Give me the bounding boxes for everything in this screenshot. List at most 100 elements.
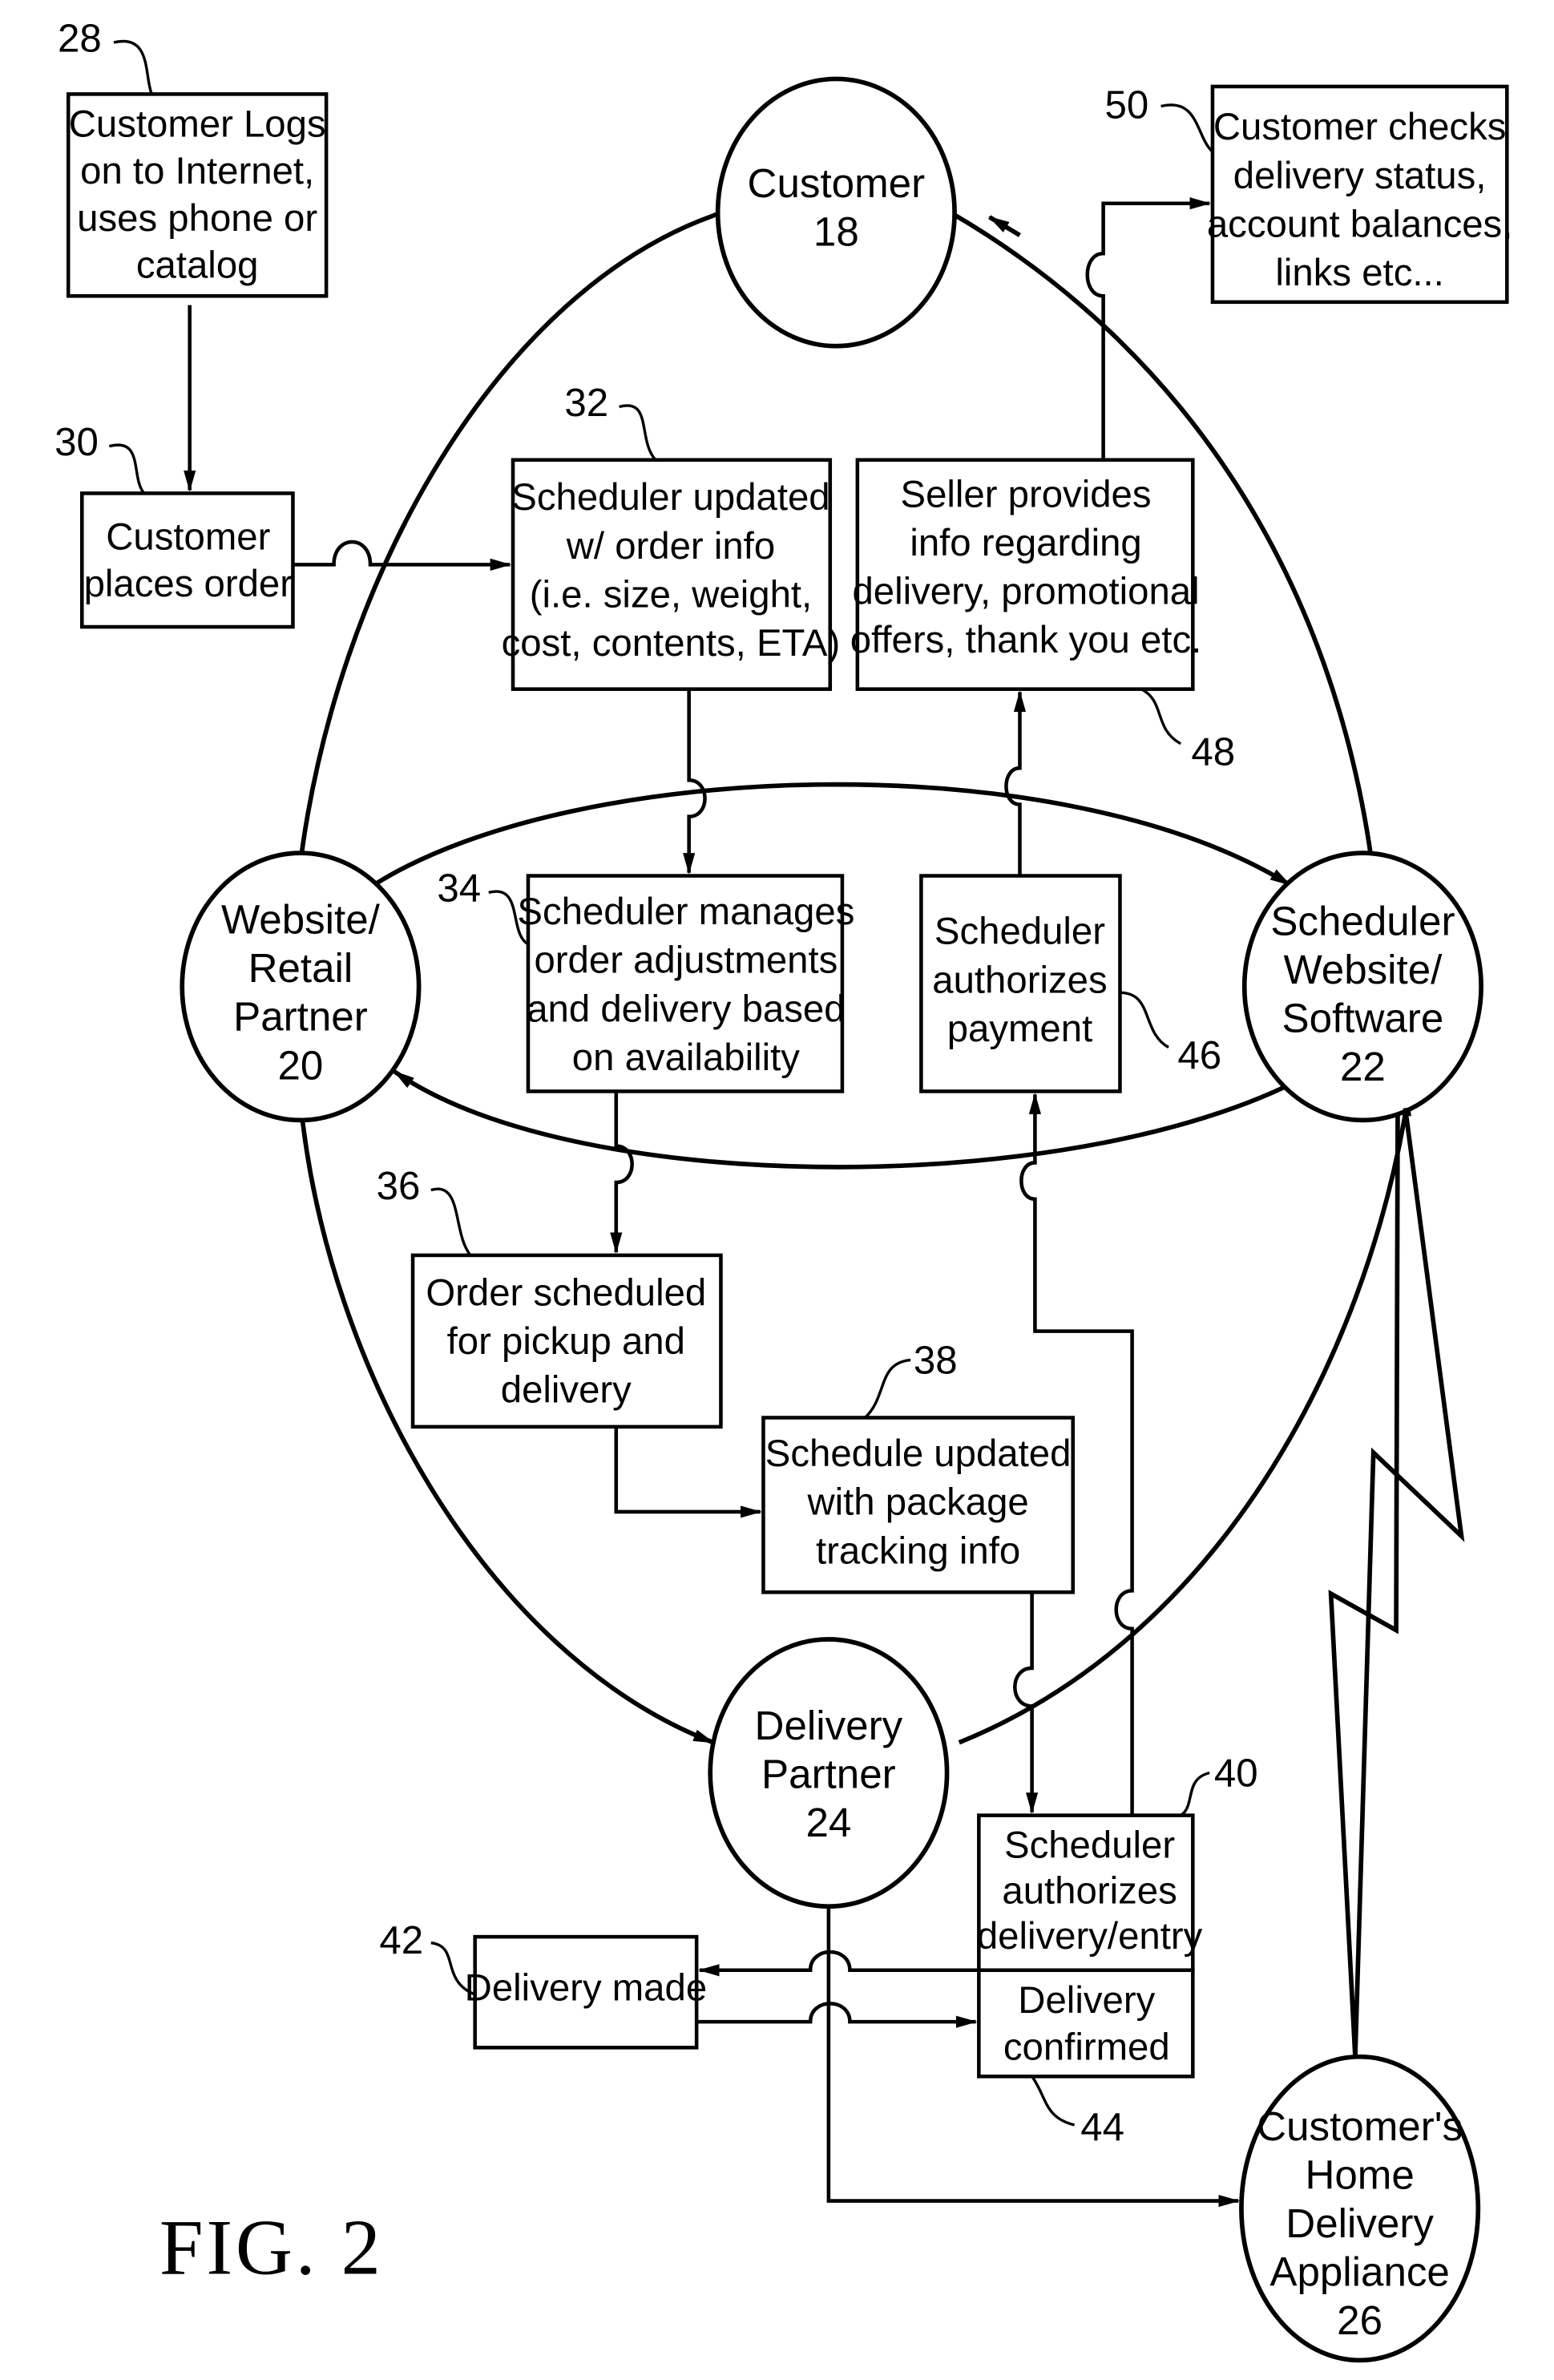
box-40-scheduler-authorizes-delivery[interactable]: Scheduler authorizes delivery/entry xyxy=(977,1813,1203,1973)
box-50-line-3: account balances, xyxy=(1207,203,1513,245)
node-delivery-line-3: 24 xyxy=(805,1800,851,1845)
node-delivery-partner[interactable]: Delivery Partner 24 xyxy=(708,1637,950,1909)
box-32-line-1: Scheduler updated xyxy=(511,476,829,519)
ref-38-label: 38 xyxy=(914,1339,958,1383)
box-28-customer-logs-on[interactable]: Customer Logs on to Internet, uses phone… xyxy=(66,92,329,298)
box-50-line-1: Customer checks xyxy=(1213,106,1507,148)
box-30-line-2: places order xyxy=(84,563,293,605)
node-appliance-line-5: 26 xyxy=(1337,2297,1382,2343)
node-delivery-line-2: Partner xyxy=(761,1752,896,1797)
ref-44-label: 44 xyxy=(1080,2105,1124,2149)
box-38-line-2: with package xyxy=(806,1481,1028,1524)
box-34-scheduler-manages-adjustments[interactable]: Scheduler manages order adjustments and … xyxy=(517,874,854,1093)
ref-50-label: 50 xyxy=(1105,83,1149,127)
ref-32-label: 32 xyxy=(564,381,608,425)
box-28-line-1: Customer Logs xyxy=(69,103,326,145)
box-34-line-2: order adjustments xyxy=(534,939,838,982)
box-40-line-1: Scheduler xyxy=(1004,1824,1175,1867)
box-36-order-scheduled[interactable]: Order scheduled for pickup and delivery xyxy=(410,1253,723,1429)
box-50-line-4: links etc... xyxy=(1275,252,1443,294)
box-46-line-1: Scheduler xyxy=(934,911,1105,953)
ellipse-website-to-scheduler xyxy=(375,782,1292,887)
connector-40-to-42 xyxy=(698,1950,979,1977)
ref-36-label: 36 xyxy=(377,1164,421,1208)
box-30-line-1: Customer xyxy=(106,515,270,558)
flow-diagram: Customer 18 Website/ Retail Partner 20 S… xyxy=(54,16,1513,2363)
ref-28: 28 xyxy=(58,16,153,95)
box-44-delivery-confirmed[interactable]: Delivery confirmed xyxy=(977,1968,1195,2079)
ref-50: 50 xyxy=(1105,83,1214,153)
box-28-line-4: catalog xyxy=(136,244,259,287)
box-42-delivery-made[interactable]: Delivery made xyxy=(465,1934,707,2050)
node-scheduler-line-2: Website/ xyxy=(1283,947,1443,992)
ref-40: 40 xyxy=(1180,1752,1258,1817)
arc-scheduler-to-customer-head xyxy=(987,215,1021,237)
ref-40-label: 40 xyxy=(1214,1752,1258,1796)
box-32-line-3: (i.e. size, weight, xyxy=(530,573,812,616)
node-scheduler-line-4: 22 xyxy=(1340,1044,1386,1089)
box-48-line-3: delivery, promotional xyxy=(852,571,1199,613)
node-customer-line-2: 18 xyxy=(813,209,859,255)
box-46-line-3: payment xyxy=(947,1008,1093,1050)
ref-30: 30 xyxy=(54,420,146,495)
node-scheduler-website-software[interactable]: Scheduler Website/ Software 22 xyxy=(1241,851,1483,1123)
box-32-line-4: cost, contents, ETA) xyxy=(502,622,841,665)
connector-30-to-32 xyxy=(293,539,512,571)
ref-42-label: 42 xyxy=(379,1918,423,1962)
ref-46: 46 xyxy=(1120,991,1221,1077)
node-website-line-4: 20 xyxy=(277,1042,323,1088)
ref-28-label: 28 xyxy=(58,16,102,60)
node-customer[interactable]: Customer 18 xyxy=(715,76,957,349)
box-38-line-3: tracking info xyxy=(816,1529,1020,1572)
node-appliance-line-1: Customer's xyxy=(1257,2103,1463,2149)
box-44-line-2: confirmed xyxy=(1003,2026,1170,2068)
box-34-line-4: on availability xyxy=(572,1036,800,1079)
ref-46-label: 46 xyxy=(1177,1033,1221,1077)
ref-34-label: 34 xyxy=(437,867,481,911)
box-38-schedule-updated-tracking[interactable]: Schedule updated with package tracking i… xyxy=(761,1416,1076,1594)
box-40-line-3: delivery/entry xyxy=(977,1915,1203,1958)
node-website-line-3: Partner xyxy=(233,994,368,1040)
ref-36: 36 xyxy=(377,1164,472,1256)
ref-32: 32 xyxy=(564,381,657,461)
box-48-line-1: Seller provides xyxy=(901,473,1152,515)
box-28-line-3: uses phone or xyxy=(77,197,317,240)
box-44-line-1: Delivery xyxy=(1018,1979,1155,2022)
node-home-delivery-appliance[interactable]: Customer's Home Delivery Appliance 26 xyxy=(1239,2054,1481,2363)
box-32-scheduler-updated[interactable]: Scheduler updated w/ order info (i.e. si… xyxy=(502,458,841,691)
connector-36-to-38 xyxy=(614,1426,762,1518)
box-50-customer-checks-status[interactable]: Customer checks delivery status, account… xyxy=(1207,84,1513,305)
ref-38: 38 xyxy=(864,1339,958,1419)
node-scheduler-line-3: Software xyxy=(1282,996,1444,1041)
connector-34-to-36 xyxy=(610,1091,634,1255)
node-customer-line-1: Customer xyxy=(748,160,926,206)
node-website-line-1: Website/ xyxy=(221,897,381,943)
box-48-line-2: info regarding xyxy=(910,522,1141,564)
node-scheduler-line-1: Scheduler xyxy=(1270,898,1455,944)
connector-42-to-44 xyxy=(696,2002,978,2028)
box-46-scheduler-authorizes-payment[interactable]: Scheduler authorizes payment xyxy=(919,874,1122,1093)
ref-30-label: 30 xyxy=(54,420,99,464)
node-appliance-line-3: Delivery xyxy=(1286,2200,1434,2246)
box-28-line-2: on to Internet, xyxy=(80,150,314,192)
box-32-line-2: w/ order info xyxy=(566,525,775,568)
box-30-customer-places-order[interactable]: Customer places order xyxy=(79,491,295,629)
box-36-line-3: delivery xyxy=(501,1369,632,1412)
box-34-line-3: and delivery based xyxy=(527,988,845,1030)
box-38-line-1: Schedule updated xyxy=(765,1432,1072,1475)
box-36-line-2: for pickup and xyxy=(447,1320,685,1363)
node-appliance-line-4: Appliance xyxy=(1269,2249,1449,2295)
figure-caption: FIG. 2 xyxy=(159,2204,384,2291)
connector-32-to-34 xyxy=(683,689,707,875)
box-34-line-1: Scheduler manages xyxy=(517,891,854,933)
node-appliance-line-2: Home xyxy=(1305,2152,1414,2197)
box-48-line-4: offers, thank you etc. xyxy=(850,619,1201,661)
node-website-line-2: Retail xyxy=(248,945,353,991)
box-46-line-2: authorizes xyxy=(932,959,1107,1001)
ref-44: 44 xyxy=(1031,2075,1124,2149)
ref-48: 48 xyxy=(1140,688,1235,774)
node-website-retail-partner[interactable]: Website/ Retail Partner 20 xyxy=(180,851,422,1123)
box-48-seller-provides-info[interactable]: Seller provides info regarding delivery,… xyxy=(850,458,1201,691)
box-42-line-1: Delivery made xyxy=(465,1967,707,2010)
ref-34: 34 xyxy=(437,867,529,946)
